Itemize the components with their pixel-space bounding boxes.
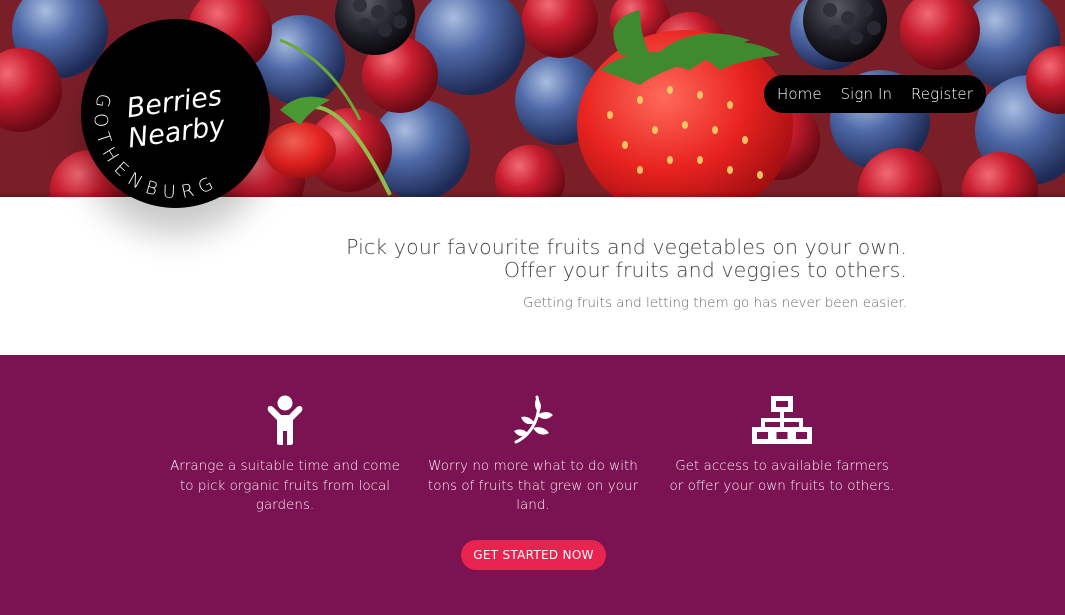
feature-network-text: Get access to available farmers or offer… [669, 458, 895, 494]
brand-logo[interactable]: Berries Nearby GOTHENBURG [81, 19, 270, 208]
intro-headline-line1: Pick your favourite fruits and vegetable… [346, 235, 907, 259]
get-started-button[interactable]: GET STARTED NOW [461, 540, 606, 570]
intro-headline: Pick your favourite fruits and vegetable… [346, 236, 907, 282]
nav-register-link[interactable]: Register [911, 85, 973, 103]
nav-sign-in-link[interactable]: Sign In [841, 85, 893, 103]
feature-pick-text: Arrange a suitable time and come to pick… [170, 458, 400, 513]
network-icon [752, 396, 812, 444]
intro-section: Pick your favourite fruits and vegetable… [346, 236, 907, 312]
brand-logo-art: Berries Nearby GOTHENBURG [89, 81, 228, 204]
features-section: Arrange a suitable time and come to pick… [0, 355, 1065, 615]
feature-share-text: Worry no more what to do with tons of fr… [427, 458, 639, 513]
nav-home-link[interactable]: Home [777, 85, 822, 103]
child-icon [267, 395, 303, 445]
leaf-plant-icon [514, 395, 553, 444]
main-nav: Home Sign In Register [764, 75, 986, 113]
intro-subtitle: Getting fruits and letting them go has n… [522, 295, 907, 311]
intro-headline-line2: Offer your fruits and veggies to others. [503, 258, 907, 282]
